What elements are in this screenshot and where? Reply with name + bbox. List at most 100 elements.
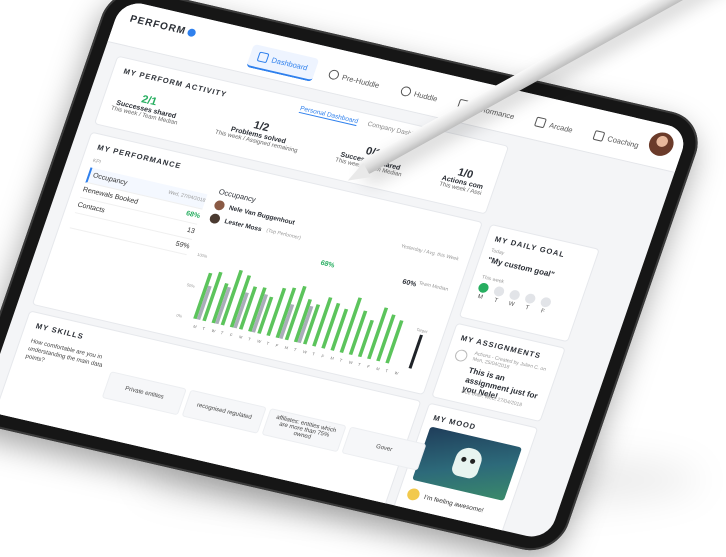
avatar (208, 212, 222, 225)
x-tick-label: W (394, 370, 400, 376)
day-letter: M (476, 293, 484, 301)
stat-actions-completed: 1/0 Actions com This week / Assi (438, 163, 488, 196)
bar (348, 310, 368, 356)
kpi-list: KPI Occupancy Wed, 27/04/2018 Renewals B… (69, 158, 211, 256)
nav-huddle[interactable]: Huddle (389, 77, 449, 112)
bar (229, 275, 252, 328)
x-tick-label: T (385, 368, 390, 373)
x-tick-label: W (348, 360, 354, 366)
day-tuesday[interactable]: T (490, 285, 506, 305)
x-tick-label: T (293, 347, 298, 352)
logo-text: PERFORM (128, 13, 188, 38)
tab-personal-dashboard[interactable]: Personal Dashboard (298, 105, 360, 127)
stat-problems-solved: 1/2 Problems solved This week / Assigned… (214, 112, 304, 154)
nav-label: Pre-Huddle (340, 72, 381, 90)
skill-column[interactable]: Private entities (101, 371, 187, 416)
bar (321, 302, 341, 349)
x-tick-label: T (202, 326, 207, 331)
day-monday[interactable]: M (474, 281, 490, 301)
skills-title: MY SKILLS (34, 321, 86, 341)
stat-successes-shared: 2/1 Successes shared This week / Team Me… (110, 88, 184, 126)
user-avatar[interactable] (645, 130, 677, 159)
puzzle-icon (592, 130, 606, 142)
target-label: Target (416, 327, 429, 334)
day-wednesday[interactable]: W (506, 289, 522, 308)
x-tick-label: T (357, 362, 362, 367)
x-tick-label: W (302, 349, 308, 355)
person-tag: (Top Performer) (265, 227, 302, 242)
person-value: 68% (319, 259, 336, 270)
skills-question: How comfortable are you in understanding… (24, 338, 104, 369)
check-icon (539, 296, 553, 309)
bar (376, 314, 396, 362)
nav-coaching[interactable]: Coaching (582, 122, 650, 159)
avatar (212, 199, 226, 212)
bar (367, 307, 389, 360)
kpi-value: 13 (185, 226, 196, 236)
day-letter: T (493, 297, 499, 305)
check-icon (476, 281, 490, 294)
x-tick-label: M (284, 345, 289, 350)
nav-label: Arcade (548, 120, 575, 135)
day-friday[interactable]: F (537, 296, 553, 315)
assignment-check-icon[interactable] (453, 348, 470, 363)
eye (469, 458, 476, 465)
x-tick-label: T (247, 336, 252, 341)
skill-column[interactable]: recognised regulated (181, 389, 267, 434)
kpi-value: 59% (174, 240, 191, 251)
daily-goal-card: MY DAILY GOAL Today "My custom goal" Thi… (458, 223, 600, 343)
tablet-screen: PERFORM Dashboard Pre-Huddle Huddle Perf… (0, 0, 690, 541)
nav-pre-huddle[interactable]: Pre-Huddle (317, 60, 391, 98)
bar (275, 287, 297, 339)
person-row[interactable]: Nele Van Buggenhout (212, 199, 460, 265)
x-tick-label: M (193, 324, 198, 329)
x-tick-label: F (275, 343, 280, 348)
x-tick-label: M (238, 334, 243, 339)
x-tick-label: T (339, 358, 344, 363)
x-tick-label: W (211, 328, 217, 334)
x-tick-label: F (229, 332, 234, 337)
day-thursday[interactable]: T (521, 292, 537, 312)
people-icon (399, 85, 413, 98)
smiley-icon (405, 487, 422, 502)
nav-dashboard[interactable]: Dashboard (246, 43, 319, 82)
x-tick-label: M (330, 355, 335, 360)
nav-label: Coaching (606, 133, 641, 150)
daily-goal-title: MY DAILY GOAL (493, 234, 567, 260)
daily-goal-text: "My custom goal" (486, 255, 556, 280)
x-tick-label: T (266, 341, 271, 346)
bar (339, 297, 362, 353)
person-name: Lester Moss (223, 217, 263, 233)
x-tick-label: T (220, 330, 225, 335)
day-letter: T (524, 304, 530, 312)
y-tick-label: 50% (186, 282, 196, 289)
check-icon (508, 289, 522, 301)
nav-arcade[interactable]: Arcade (524, 108, 584, 143)
huddle-icon (327, 68, 341, 81)
day-letter: W (507, 301, 516, 309)
check-icon (523, 292, 537, 305)
eye (460, 456, 468, 463)
x-tick-label: F (366, 364, 371, 369)
gamepad-icon (534, 116, 548, 129)
week-days: M T W T F (474, 281, 553, 316)
x-tick-label: W (257, 338, 263, 344)
x-tick-label: F (321, 353, 326, 358)
mood-text: I'm feeling awesome! (422, 493, 485, 514)
perform-logo[interactable]: PERFORM (128, 14, 197, 40)
median-value: 60% (401, 278, 418, 289)
nav-label: Dashboard (270, 55, 310, 72)
dashboard-icon (256, 51, 270, 64)
bar (312, 297, 333, 347)
logo-dot-icon (186, 28, 197, 38)
day-letter: F (539, 308, 546, 316)
kpi-name: Contacts (76, 201, 106, 215)
y-tick-label: 0% (176, 313, 184, 319)
skills-columns: Private entities recognised regulated af… (101, 371, 427, 471)
x-tick-label: T (312, 351, 317, 356)
nav-label: Huddle (412, 89, 440, 103)
skill-column[interactable]: affiliates: entities which are more than… (261, 408, 347, 453)
mood-image (412, 426, 523, 501)
skill-column[interactable]: Gover (341, 426, 427, 471)
check-icon (492, 285, 506, 298)
